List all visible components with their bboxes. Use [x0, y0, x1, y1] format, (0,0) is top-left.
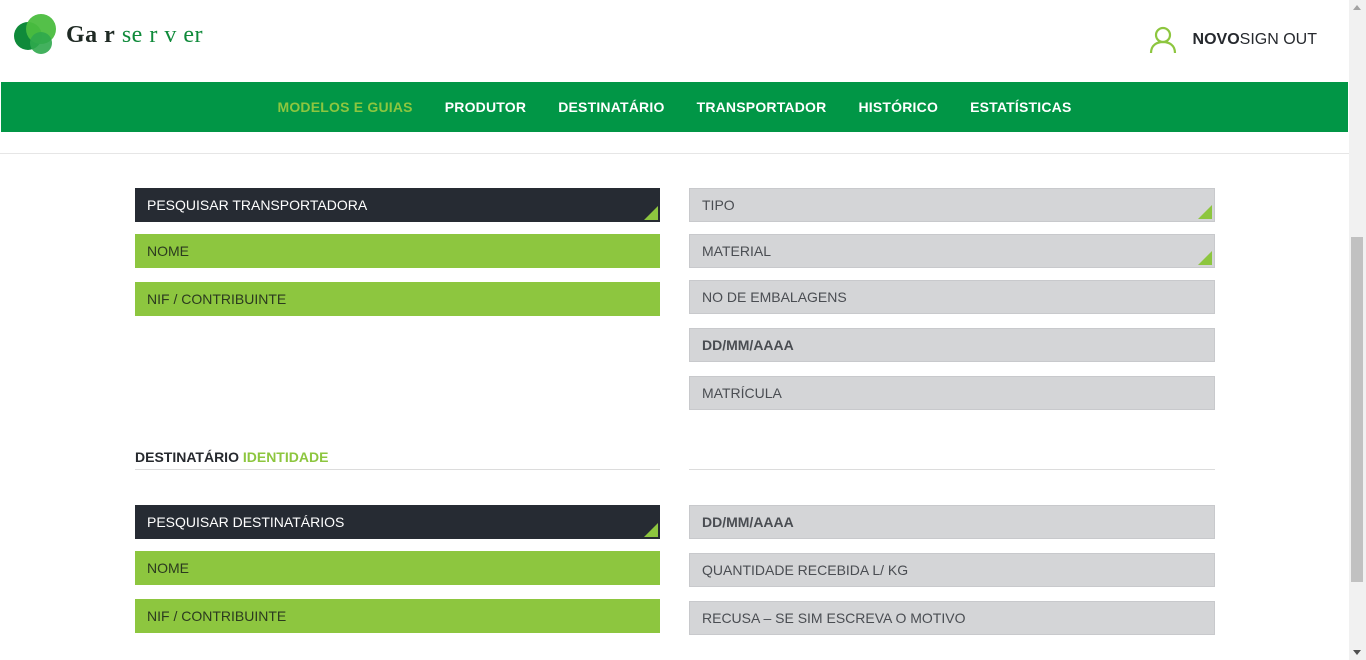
tipo-label: TIPO	[702, 197, 735, 213]
recusa-label: RECUSA – SE SIM ESCREVA O MOTIVO	[702, 610, 966, 626]
nav-produtor[interactable]: PRODUTOR	[445, 99, 526, 115]
transporter-search-select[interactable]: PESQUISAR TRANSPORTADORA	[135, 188, 660, 222]
matricula-field[interactable]: MATRÍCULA	[689, 376, 1215, 410]
section-title-part-2: IDENTIDADE	[242, 449, 329, 465]
embalagens-field[interactable]: NO DE EMBALAGENS	[689, 280, 1215, 314]
divider	[0, 153, 1349, 154]
nav-transportador[interactable]: TRANSPORTADOR	[697, 99, 827, 115]
quantidade-label: QUANTIDADE RECEBIDA L/ KG	[702, 562, 909, 578]
recusa-field[interactable]: RECUSA – SE SIM ESCREVA O MOTIVO	[689, 601, 1215, 635]
matricula-label: MATRÍCULA	[702, 385, 782, 401]
brand-part-1: Ga r	[66, 22, 116, 48]
transporter-search-label: PESQUISAR TRANSPORTADORA	[147, 197, 368, 213]
destinatario-name-field[interactable]: NOME	[135, 551, 660, 585]
nav-estatisticas[interactable]: ESTATÍSTICAS	[970, 99, 1071, 115]
sign-out-link[interactable]: SIGN OUT	[1240, 31, 1317, 49]
scroll-up-icon[interactable]	[1353, 5, 1361, 10]
destinatario-date-label: DD/MM/AAAA	[702, 514, 794, 530]
quantidade-field[interactable]: QUANTIDADE RECEBIDA L/ KG	[689, 553, 1215, 587]
embalagens-label: NO DE EMBALAGENS	[702, 289, 847, 305]
section-divider-right	[689, 469, 1215, 470]
transport-date-field[interactable]: DD/MM/AAAA	[689, 328, 1215, 362]
destinatario-name-label: NOME	[147, 560, 189, 576]
scroll-down-icon[interactable]	[1353, 650, 1361, 655]
transporter-name-field[interactable]: NOME	[135, 234, 660, 268]
transporter-name-label: NOME	[147, 243, 189, 259]
logo-icon[interactable]	[14, 14, 58, 56]
destinatario-search-label: PESQUISAR DESTINATÁRIOS	[147, 514, 345, 530]
dropdown-corner-icon	[1198, 205, 1212, 219]
destinatario-search-select[interactable]: PESQUISAR DESTINATÁRIOS	[135, 505, 660, 539]
nav-historico[interactable]: HISTÓRICO	[858, 99, 938, 115]
brand-part-2: se r v er	[115, 22, 203, 48]
transport-date-label: DD/MM/AAAA	[702, 337, 794, 353]
user-icon[interactable]	[1149, 26, 1177, 54]
destinatario-date-field[interactable]: DD/MM/AAAA	[689, 505, 1215, 539]
material-label: MATERIAL	[702, 243, 771, 259]
user-area: NOVO SIGN OUT	[1149, 26, 1317, 54]
transporter-nif-field[interactable]: NIF / CONTRIBUINTE	[135, 282, 660, 316]
scroll-thumb[interactable]	[1351, 237, 1363, 582]
new-link[interactable]: NOVO	[1193, 31, 1240, 49]
section-divider-left	[135, 469, 660, 470]
main-nav: MODELOS E GUIAS PRODUTOR DESTINATÁRIO TR…	[1, 82, 1348, 132]
header: Ga r se r v er NOVO SIGN OUT	[0, 0, 1349, 82]
dropdown-corner-icon	[1198, 251, 1212, 265]
brand-name[interactable]: Ga r se r v er	[66, 22, 203, 49]
vertical-scrollbar[interactable]	[1349, 0, 1366, 660]
destinatario-nif-field[interactable]: NIF / CONTRIBUINTE	[135, 599, 660, 633]
nav-destinatario[interactable]: DESTINATÁRIO	[558, 99, 664, 115]
tipo-select[interactable]: TIPO	[689, 188, 1215, 222]
transporter-nif-label: NIF / CONTRIBUINTE	[147, 291, 287, 307]
nav-modelos-e-guias[interactable]: MODELOS E GUIAS	[277, 99, 412, 115]
section-title-destinatario: DESTINATÁRIO IDENTIDADE	[135, 449, 328, 465]
destinatario-nif-label: NIF / CONTRIBUINTE	[147, 608, 287, 624]
dropdown-corner-icon	[644, 523, 658, 537]
material-select[interactable]: MATERIAL	[689, 234, 1215, 268]
section-title-part-1: DESTINATÁRIO	[135, 449, 239, 465]
dropdown-corner-icon	[644, 206, 658, 220]
